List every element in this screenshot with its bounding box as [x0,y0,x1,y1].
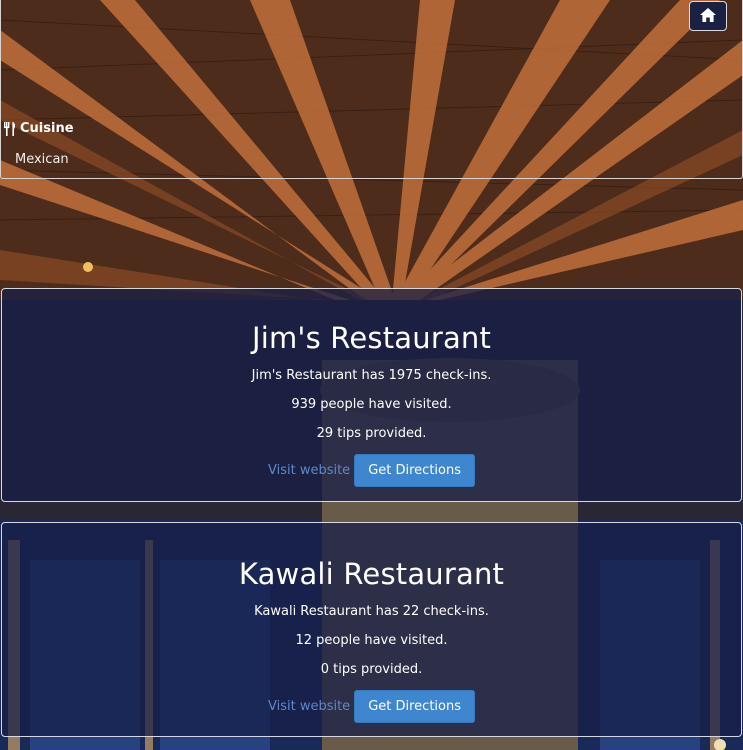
card-actions: Visit website Get Directions [2,690,741,723]
home-button[interactable] [689,1,727,31]
tips-text: 0 tips provided. [320,662,423,677]
restaurant-name: Kawali Restaurant [238,557,505,591]
restaurant-card: Jim's Restaurant Jim's Restaurant has 19… [1,288,742,502]
cuisine-label: Cuisine [20,121,74,136]
visited-text: 939 people have visited. [291,397,452,412]
card-actions: Visit website Get Directions [2,454,741,487]
visit-website-link[interactable]: Visit website [268,463,350,478]
restaurant-name: Jim's Restaurant [251,321,492,355]
get-directions-button[interactable]: Get Directions [354,454,475,487]
home-icon [700,7,716,26]
utensils-icon [3,121,17,136]
restaurant-card: Kawali Restaurant Kawali Restaurant has … [1,522,742,737]
cuisine-value: Mexican [15,152,69,167]
checkins-text: Jim's Restaurant has 1975 check-ins. [251,368,492,383]
checkins-text: Kawali Restaurant has 22 check-ins. [254,604,489,619]
cuisine-panel: Cuisine Mexican [0,0,743,179]
tips-text: 29 tips provided. [316,426,427,441]
visited-text: 12 people have visited. [295,633,448,648]
visit-website-link[interactable]: Visit website [268,699,350,714]
cuisine-heading: Cuisine [3,121,74,136]
get-directions-button[interactable]: Get Directions [354,690,475,723]
